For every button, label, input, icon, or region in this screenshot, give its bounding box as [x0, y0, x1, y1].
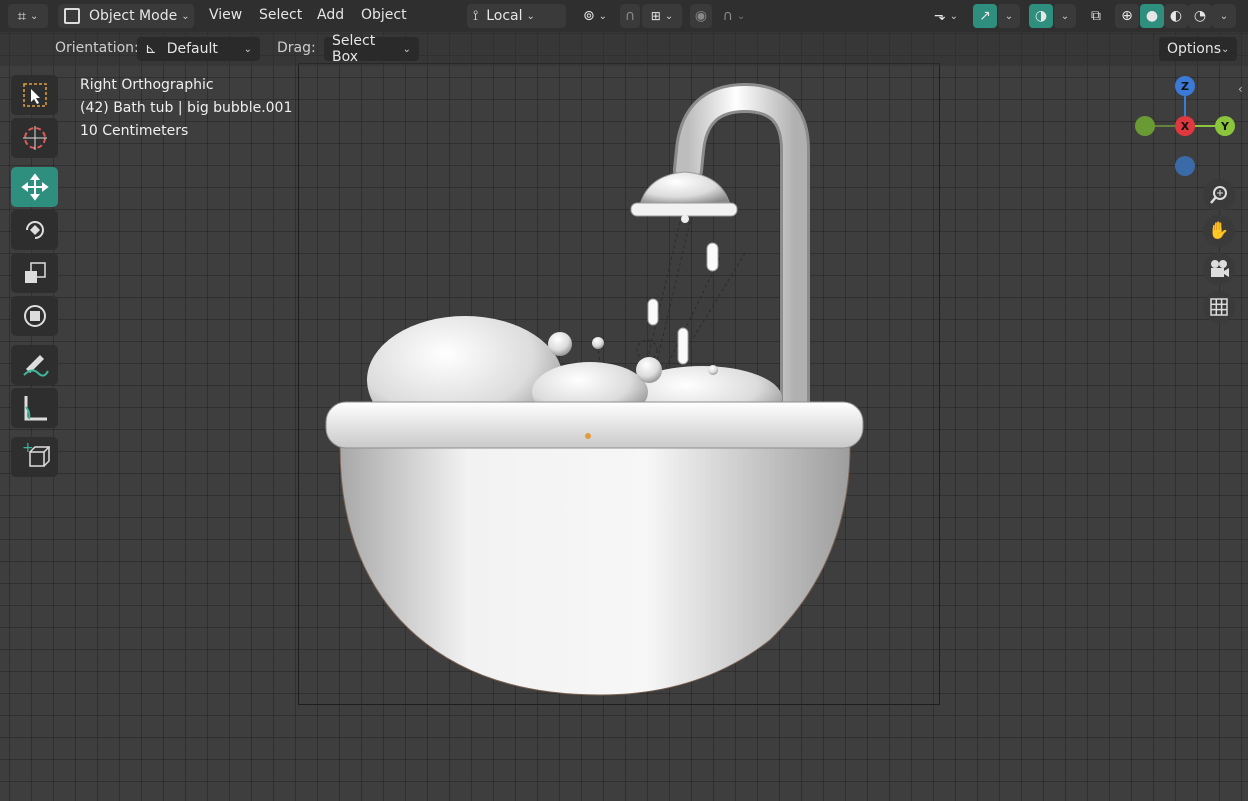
proportional-edit-icon: ◉: [694, 8, 708, 24]
transform-pivot-dropdown[interactable]: ⟟ Local ⌄: [467, 4, 566, 28]
shading-dropdown[interactable]: ⌄: [1212, 4, 1236, 28]
snap-icon: ⊚: [582, 8, 595, 24]
options-label: Options: [1167, 41, 1222, 57]
shading-wireframe[interactable]: ⊕: [1115, 4, 1139, 28]
gizmo-dropdown[interactable]: ⌄: [998, 4, 1020, 28]
shading-solid[interactable]: ●: [1140, 4, 1164, 28]
move-tool[interactable]: [11, 167, 58, 207]
cursor-tool[interactable]: [11, 118, 58, 158]
navigation-gizmo[interactable]: Z X Y: [1130, 74, 1240, 180]
material-icon: ◐: [1169, 8, 1183, 24]
gizmo-z-label: Z: [1181, 80, 1189, 93]
add-cube-icon: +: [22, 442, 50, 467]
measure-tool-icon: [24, 396, 47, 421]
mode-label: Object Mode: [89, 8, 178, 24]
snap-dropdown[interactable]: ⊚ ⌄: [575, 4, 615, 28]
move-tool-icon: [20, 173, 49, 201]
add-cube-tool[interactable]: +: [11, 437, 58, 477]
editor-type-icon: ⌗: [17, 7, 27, 25]
overlay-dropdown[interactable]: ⌄: [1054, 4, 1076, 28]
annotate-tool-icon: [22, 355, 49, 377]
hand-icon: ✋: [1208, 221, 1230, 241]
object-info: (42) Bath tub | big bubble.001: [80, 100, 293, 116]
zoom-icon: [1210, 186, 1227, 204]
camera-icon: [1211, 260, 1229, 277]
transform-tool-icon: [23, 305, 46, 327]
grid-scale: 10 Centimeters: [80, 123, 189, 139]
xray-toggle[interactable]: ⧉: [1085, 4, 1107, 28]
gizmo-x-label: X: [1181, 120, 1190, 133]
orientation-label: Orientation:: [55, 40, 139, 56]
menu-view[interactable]: View: [209, 7, 242, 23]
bathtub-model: [325, 82, 864, 696]
magnet-icon: ∩: [624, 8, 636, 24]
gizmo-icon: ↗: [979, 8, 991, 24]
scale-tool-icon: [24, 262, 46, 283]
solid-icon: ●: [1145, 8, 1159, 24]
transform-orientation-icon: ⟟: [473, 8, 479, 24]
menu-add[interactable]: Add: [317, 7, 344, 23]
shading-rendered[interactable]: ◔: [1188, 4, 1212, 28]
gizmo-y-label: Y: [1220, 120, 1230, 133]
falloff-dropdown[interactable]: ∩ ⌄: [714, 4, 754, 28]
orientation-value: Default: [166, 41, 218, 57]
xray-icon: ⧉: [1091, 8, 1101, 24]
transform-tool[interactable]: [11, 296, 58, 336]
view-name: Right Orthographic: [80, 77, 214, 93]
camera-view-button[interactable]: [1203, 253, 1235, 285]
editor-type-button[interactable]: ⌗ ⌄: [8, 4, 48, 28]
pivot-label: Local: [486, 8, 523, 24]
gizmo-toggle[interactable]: ↗: [973, 4, 997, 28]
ortho-toggle-button[interactable]: [1203, 291, 1235, 323]
drag-value: Select Box: [332, 33, 376, 65]
object-mode-icon: [64, 8, 80, 24]
falloff-icon: ∩: [722, 8, 733, 24]
overlay-icon: ◑: [1034, 8, 1048, 24]
sidebar-toggle-icon[interactable]: ‹: [1238, 82, 1243, 96]
shading-material[interactable]: ◐: [1164, 4, 1188, 28]
visibility-icon: ⬎: [933, 8, 946, 24]
drag-dropdown[interactable]: Select Box ⌄: [324, 33, 419, 65]
drag-label: Drag:: [277, 40, 316, 56]
rendered-icon: ◔: [1193, 8, 1207, 24]
snap-target-icon: ⊞: [650, 9, 661, 23]
mode-dropdown[interactable]: Object Mode ⌄: [58, 4, 194, 28]
snap-target-dropdown[interactable]: ⊞ ⌄: [642, 4, 682, 28]
menu-object[interactable]: Object: [361, 7, 407, 23]
rotate-tool-icon: [25, 221, 44, 239]
svg-text:+: +: [22, 442, 34, 456]
cursor-tool-icon: [22, 126, 47, 150]
measure-tool[interactable]: [11, 388, 58, 428]
viewport-header: ⌗ ⌄ Object Mode ⌄ View Select Add Object …: [0, 0, 1248, 32]
grid-icon: [1210, 298, 1228, 316]
wireframe-icon: ⊕: [1121, 8, 1133, 24]
pan-button[interactable]: ✋: [1203, 215, 1235, 247]
options-dropdown[interactable]: Options ⌄: [1159, 37, 1237, 61]
overlay-toggle[interactable]: ◑: [1029, 4, 1053, 28]
orientation-dropdown[interactable]: ⊾ Default ⌄: [137, 37, 260, 61]
snap-toggle[interactable]: ∩: [620, 4, 640, 28]
annotate-tool[interactable]: [11, 345, 58, 385]
proportional-edit-button[interactable]: ◉: [690, 4, 712, 28]
3d-viewport[interactable]: ⌗ ⌄ Object Mode ⌄ View Select Add Object …: [0, 0, 1248, 801]
visibility-dropdown[interactable]: ⬎ ⌄: [925, 4, 967, 28]
orientation-icon: ⊾: [145, 41, 157, 57]
scale-tool[interactable]: [11, 253, 58, 293]
select-tool[interactable]: [11, 75, 58, 115]
select-tool-icon: [22, 83, 47, 107]
menu-select[interactable]: Select: [259, 7, 302, 23]
rotate-tool[interactable]: [11, 210, 58, 250]
zoom-button[interactable]: [1203, 179, 1235, 211]
